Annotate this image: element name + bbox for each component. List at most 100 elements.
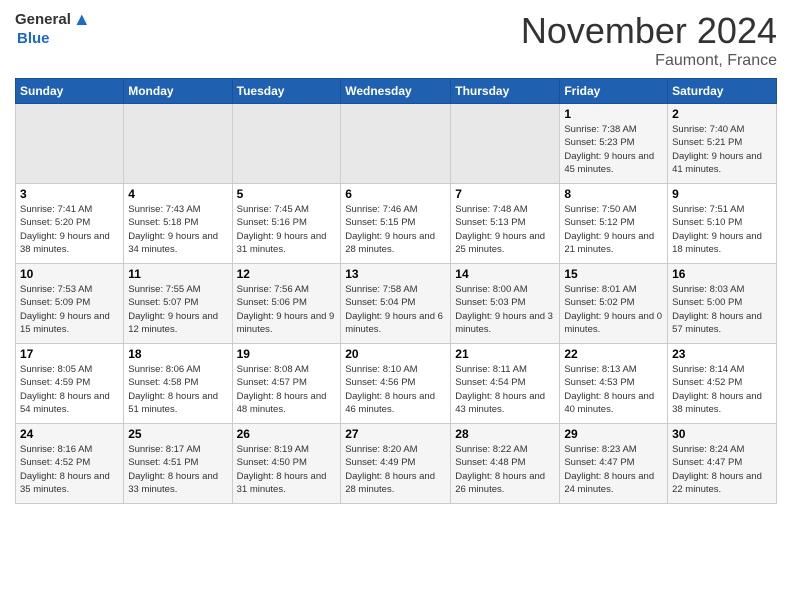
day-info: Sunrise: 7:51 AMSunset: 5:10 PMDaylight:… xyxy=(672,203,772,256)
day-info: Sunrise: 7:53 AMSunset: 5:09 PMDaylight:… xyxy=(20,283,119,336)
calendar-cell xyxy=(232,104,341,184)
day-number: 21 xyxy=(455,347,555,361)
day-number: 29 xyxy=(564,427,663,441)
day-info: Sunrise: 8:19 AMSunset: 4:50 PMDaylight:… xyxy=(237,443,337,496)
calendar-cell: 2Sunrise: 7:40 AMSunset: 5:21 PMDaylight… xyxy=(668,104,777,184)
day-info: Sunrise: 8:06 AMSunset: 4:58 PMDaylight:… xyxy=(128,363,227,416)
calendar-cell: 9 Sunrise: 7:51 AMSunset: 5:10 PMDaylight… xyxy=(668,184,777,264)
calendar-cell: 26 Sunrise: 8:19 AMSunset: 4:50 PMDayligh… xyxy=(232,424,341,504)
day-number: 27 xyxy=(345,427,446,441)
calendar-cell: 3 Sunrise: 7:41 AMSunset: 5:20 PMDaylight… xyxy=(16,184,124,264)
day-number: 17 xyxy=(20,347,119,361)
day-info: Sunrise: 8:13 AMSunset: 4:53 PMDaylight:… xyxy=(564,363,663,416)
day-info: Sunrise: 8:20 AMSunset: 4:49 PMDaylight:… xyxy=(345,443,446,496)
month-title: November 2024 xyxy=(521,10,777,52)
day-number: 5 xyxy=(237,187,337,201)
header-wednesday: Wednesday xyxy=(341,79,451,104)
calendar-cell: 27 Sunrise: 8:20 AMSunset: 4:49 PMDayligh… xyxy=(341,424,451,504)
calendar-cell: 8 Sunrise: 7:50 AMSunset: 5:12 PMDaylight… xyxy=(560,184,668,264)
calendar-cell: 12Sunrise: 7:56 AMSunset: 5:06 PMDayligh… xyxy=(232,264,341,344)
calendar-cell: 5 Sunrise: 7:45 AMSunset: 5:16 PMDaylight… xyxy=(232,184,341,264)
header-saturday: Saturday xyxy=(668,79,777,104)
calendar-cell: 23 Sunrise: 8:14 AMSunset: 4:52 PMDayligh… xyxy=(668,344,777,424)
calendar-cell xyxy=(451,104,560,184)
day-number: 16 xyxy=(672,267,772,281)
calendar-cell: 18Sunrise: 8:06 AMSunset: 4:58 PMDayligh… xyxy=(124,344,232,424)
calendar-cell: 15 Sunrise: 8:01 AMSunset: 5:02 PMDayligh… xyxy=(560,264,668,344)
calendar-cell: 1Sunrise: 7:38 AMSunset: 5:23 PMDaylight… xyxy=(560,104,668,184)
main-container: General ▲ Blue November 2024 Faumont, Fr… xyxy=(0,0,792,514)
header-monday: Monday xyxy=(124,79,232,104)
day-number: 9 xyxy=(672,187,772,201)
day-info: Sunrise: 7:45 AMSunset: 5:16 PMDaylight:… xyxy=(237,203,337,256)
day-number: 22 xyxy=(564,347,663,361)
day-info: Sunrise: 7:50 AMSunset: 5:12 PMDaylight:… xyxy=(564,203,663,256)
day-info: Sunrise: 7:58 AMSunset: 5:04 PMDaylight:… xyxy=(345,283,446,336)
calendar-cell: 14 Sunrise: 8:00 AMSunset: 5:03 PMDayligh… xyxy=(451,264,560,344)
calendar-cell: 20 Sunrise: 8:10 AMSunset: 4:56 PMDayligh… xyxy=(341,344,451,424)
calendar-cell: 6 Sunrise: 7:46 AMSunset: 5:15 PMDaylight… xyxy=(341,184,451,264)
week-row-2: 3 Sunrise: 7:41 AMSunset: 5:20 PMDaylight… xyxy=(16,184,777,264)
week-row-3: 10Sunrise: 7:53 AMSunset: 5:09 PMDayligh… xyxy=(16,264,777,344)
week-row-4: 17 Sunrise: 8:05 AMSunset: 4:59 PMDayligh… xyxy=(16,344,777,424)
calendar-table: SundayMondayTuesdayWednesdayThursdayFrid… xyxy=(15,78,777,504)
logo-blue: Blue xyxy=(17,30,50,47)
day-info: Sunrise: 7:43 AMSunset: 5:18 PMDaylight:… xyxy=(128,203,227,256)
day-number: 3 xyxy=(20,187,119,201)
calendar-cell: 17 Sunrise: 8:05 AMSunset: 4:59 PMDayligh… xyxy=(16,344,124,424)
day-info: Sunrise: 8:24 AMSunset: 4:47 PMDaylight:… xyxy=(672,443,772,496)
header-tuesday: Tuesday xyxy=(232,79,341,104)
calendar-cell: 24Sunrise: 8:16 AMSunset: 4:52 PMDayligh… xyxy=(16,424,124,504)
logo-bird-icon: ▲ xyxy=(73,10,91,30)
day-number: 14 xyxy=(455,267,555,281)
page-header: General ▲ Blue November 2024 Faumont, Fr… xyxy=(15,10,777,70)
day-info: Sunrise: 8:00 AMSunset: 5:03 PMDaylight:… xyxy=(455,283,555,336)
day-info: Sunrise: 7:56 AMSunset: 5:06 PMDaylight:… xyxy=(237,283,337,336)
title-section: November 2024 Faumont, France xyxy=(521,10,777,70)
calendar-cell: 25 Sunrise: 8:17 AMSunset: 4:51 PMDayligh… xyxy=(124,424,232,504)
day-number: 6 xyxy=(345,187,446,201)
day-info: Sunrise: 8:01 AMSunset: 5:02 PMDaylight:… xyxy=(564,283,663,336)
day-info: Sunrise: 8:22 AMSunset: 4:48 PMDaylight:… xyxy=(455,443,555,496)
logo: General ▲ Blue xyxy=(15,10,91,47)
header-thursday: Thursday xyxy=(451,79,560,104)
calendar-header-row: SundayMondayTuesdayWednesdayThursdayFrid… xyxy=(16,79,777,104)
calendar-cell xyxy=(341,104,451,184)
day-number: 15 xyxy=(564,267,663,281)
day-info: Sunrise: 8:17 AMSunset: 4:51 PMDaylight:… xyxy=(128,443,227,496)
day-number: 28 xyxy=(455,427,555,441)
day-number: 20 xyxy=(345,347,446,361)
day-number: 4 xyxy=(128,187,227,201)
day-info: Sunrise: 7:40 AMSunset: 5:21 PMDaylight:… xyxy=(672,123,772,176)
day-number: 1 xyxy=(564,107,663,121)
day-info: Sunrise: 7:55 AMSunset: 5:07 PMDaylight:… xyxy=(128,283,227,336)
day-number: 8 xyxy=(564,187,663,201)
day-info: Sunrise: 8:03 AMSunset: 5:00 PMDaylight:… xyxy=(672,283,772,336)
calendar-cell: 10Sunrise: 7:53 AMSunset: 5:09 PMDayligh… xyxy=(16,264,124,344)
day-info: Sunrise: 8:11 AMSunset: 4:54 PMDaylight:… xyxy=(455,363,555,416)
calendar-cell: 16 Sunrise: 8:03 AMSunset: 5:00 PMDayligh… xyxy=(668,264,777,344)
logo-text: General ▲ Blue xyxy=(15,10,91,47)
day-number: 23 xyxy=(672,347,772,361)
day-info: Sunrise: 8:14 AMSunset: 4:52 PMDaylight:… xyxy=(672,363,772,416)
day-info: Sunrise: 8:10 AMSunset: 4:56 PMDaylight:… xyxy=(345,363,446,416)
calendar-cell: 30 Sunrise: 8:24 AMSunset: 4:47 PMDayligh… xyxy=(668,424,777,504)
header-sunday: Sunday xyxy=(16,79,124,104)
day-info: Sunrise: 8:05 AMSunset: 4:59 PMDaylight:… xyxy=(20,363,119,416)
day-number: 19 xyxy=(237,347,337,361)
calendar-cell: 19 Sunrise: 8:08 AMSunset: 4:57 PMDayligh… xyxy=(232,344,341,424)
day-number: 13 xyxy=(345,267,446,281)
calendar-cell: 7Sunrise: 7:48 AMSunset: 5:13 PMDaylight… xyxy=(451,184,560,264)
day-info: Sunrise: 8:08 AMSunset: 4:57 PMDaylight:… xyxy=(237,363,337,416)
calendar-cell: 21 Sunrise: 8:11 AMSunset: 4:54 PMDayligh… xyxy=(451,344,560,424)
location: Faumont, France xyxy=(521,52,777,70)
calendar-cell: 28 Sunrise: 8:22 AMSunset: 4:48 PMDayligh… xyxy=(451,424,560,504)
day-number: 26 xyxy=(237,427,337,441)
day-number: 11 xyxy=(128,267,227,281)
day-number: 25 xyxy=(128,427,227,441)
day-info: Sunrise: 7:41 AMSunset: 5:20 PMDaylight:… xyxy=(20,203,119,256)
header-friday: Friday xyxy=(560,79,668,104)
day-number: 30 xyxy=(672,427,772,441)
day-info: Sunrise: 8:23 AMSunset: 4:47 PMDaylight:… xyxy=(564,443,663,496)
day-info: Sunrise: 7:46 AMSunset: 5:15 PMDaylight:… xyxy=(345,203,446,256)
